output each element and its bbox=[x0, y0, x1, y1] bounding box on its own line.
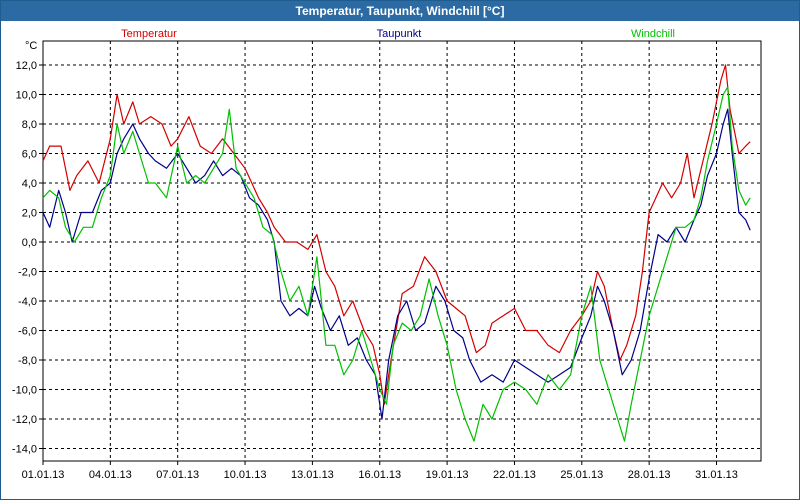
x-tick-label: 16.01.13 bbox=[358, 469, 401, 481]
y-tick-label: -14,0 bbox=[12, 444, 37, 456]
legend-taupunkt: Taupunkt bbox=[377, 28, 422, 40]
y-tick-label: -10,0 bbox=[12, 385, 37, 397]
x-tick-label: 19.01.13 bbox=[426, 469, 469, 481]
y-tick-label: -4,0 bbox=[18, 296, 37, 308]
y-tick-label: 6,0 bbox=[22, 149, 37, 161]
chart-window: Temperatur, Taupunkt, Windchill [°C] 12,… bbox=[0, 0, 800, 500]
y-tick-label: -6,0 bbox=[18, 326, 37, 338]
x-tick-label: 25.01.13 bbox=[560, 469, 603, 481]
y-tick-label: -12,0 bbox=[12, 414, 37, 426]
x-tick-label: 28.01.13 bbox=[628, 469, 671, 481]
y-tick-label: 12,0 bbox=[16, 60, 37, 72]
y-tick-label: 4,0 bbox=[22, 178, 37, 190]
y-axis-label: °C bbox=[25, 40, 37, 52]
window-title: Temperatur, Taupunkt, Windchill [°C] bbox=[1, 1, 799, 21]
x-tick-label: 22.01.13 bbox=[493, 469, 536, 481]
x-tick-label: 07.01.13 bbox=[156, 469, 199, 481]
legend-temperatur: Temperatur bbox=[121, 28, 177, 40]
y-tick-label: 0,0 bbox=[22, 237, 37, 249]
y-tick-label: -2,0 bbox=[18, 267, 37, 279]
legend-windchill: Windchill bbox=[631, 28, 675, 40]
x-tick-label: 04.01.13 bbox=[89, 469, 132, 481]
line-chart: 12,0 10,0 8,0 6,0 4,0 2,0 0,0 -2,0 -4,0 -6,0 -8,0 -… bbox=[12, 28, 762, 481]
window-title-text: Temperatur, Taupunkt, Windchill [°C] bbox=[295, 4, 505, 18]
x-tick-label: 31.01.13 bbox=[695, 469, 738, 481]
y-tick-label: 2,0 bbox=[22, 208, 37, 220]
y-tick-label: 8,0 bbox=[22, 119, 37, 131]
x-tick-label: 10.01.13 bbox=[224, 469, 267, 481]
x-tick-label: 13.01.13 bbox=[291, 469, 334, 481]
chart-area: 12,0 10,0 8,0 6,0 4,0 2,0 0,0 -2,0 -4,0 -6,0 -8,0 -… bbox=[1, 22, 799, 499]
y-tick-label: 10,0 bbox=[16, 90, 37, 102]
plot-frame bbox=[42, 40, 762, 462]
y-tick-label: -8,0 bbox=[18, 355, 37, 367]
x-tick-label: 01.01.13 bbox=[22, 469, 65, 481]
